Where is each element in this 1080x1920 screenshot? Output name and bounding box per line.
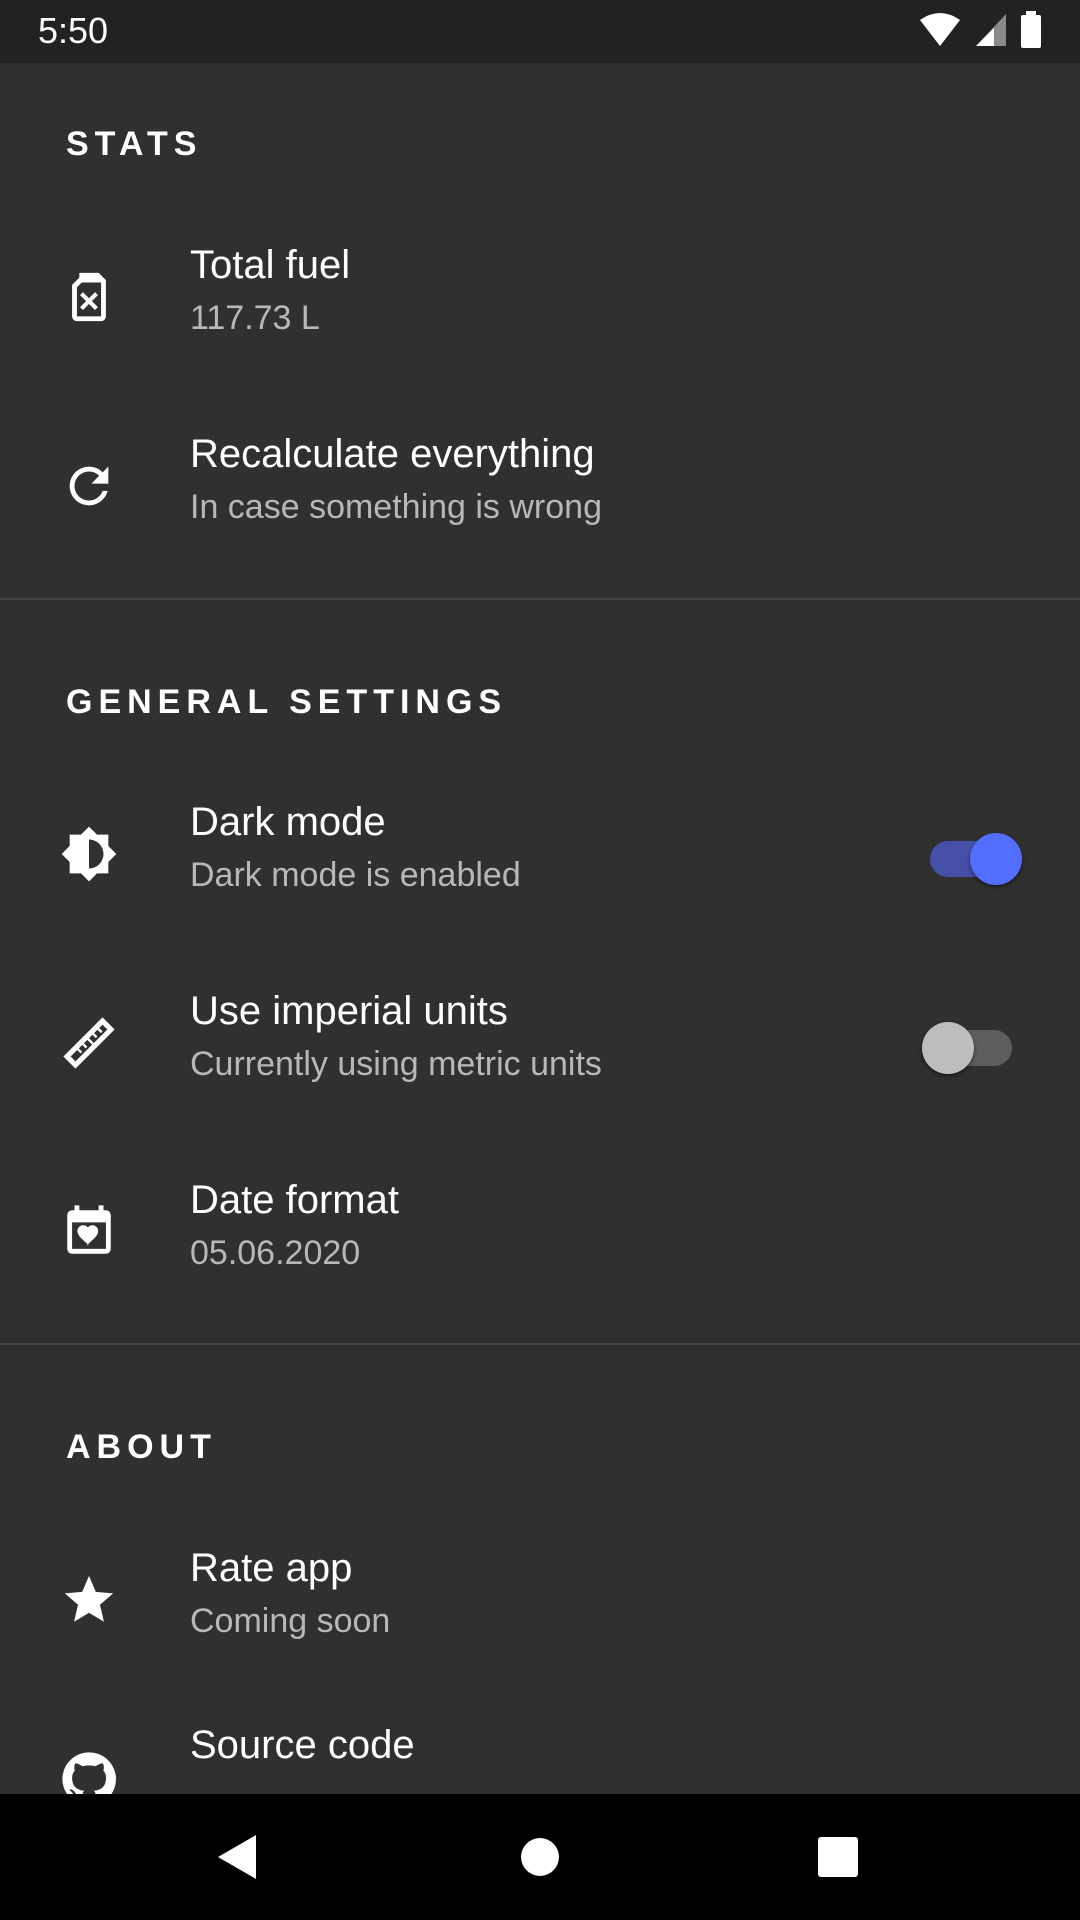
pref-title: Recalculate everything [190,432,595,476]
section-divider [0,598,1080,600]
pref-summary: Coming soon [190,1602,391,1640]
pref-title: Use imperial units [190,989,508,1033]
star-icon [60,1571,118,1629]
switch-thumb [970,833,1022,885]
section-divider [0,1343,1080,1345]
pref-rate-app[interactable]: Rate app Coming soon [0,1506,1080,1694]
imperial-units-switch[interactable] [922,1022,1012,1074]
pref-total-fuel[interactable]: Total fuel 117.73 L [0,203,1080,391]
pref-dark-mode[interactable]: Dark mode Dark mode is enabled [0,760,1080,948]
pref-title: Dark mode [190,800,386,844]
pref-summary: 117.73 L [190,299,320,337]
pref-date-format[interactable]: Date format 05.06.2020 [0,1138,1080,1326]
status-time: 5:50 [38,10,109,51]
pref-title: Date format [190,1178,399,1222]
pref-summary: Currently using metric units [190,1045,602,1083]
section-header-general: GENERAL SETTINGS [66,683,508,721]
settings-list[interactable]: STATS Total fuel 117.73 L Recalculate ev… [0,63,1080,1794]
pref-recalculate[interactable]: Recalculate everything In case something… [0,392,1080,580]
navigation-bar [0,1794,1080,1920]
pref-summary: Dark mode is enabled [190,856,521,894]
cell-signal-icon [974,12,1008,53]
wifi-icon [918,12,962,53]
recents-icon[interactable] [808,1827,868,1887]
pref-summary: 05.06.2020 [190,1234,361,1272]
status-icons [918,10,1042,54]
section-header-stats: STATS [66,125,203,163]
battery-icon [1020,10,1042,54]
dark-mode-switch[interactable] [922,833,1022,885]
pref-source-code[interactable]: Source code [0,1695,1080,1794]
pref-title: Source code [190,1723,415,1767]
status-bar: 5:50 [0,0,1080,63]
back-icon[interactable] [210,1827,270,1887]
github-icon [60,1750,118,1794]
pref-imperial-units[interactable]: Use imperial units Currently using metri… [0,949,1080,1137]
pref-title: Rate app [190,1546,353,1590]
switch-thumb [922,1022,974,1074]
section-header-about: ABOUT [66,1428,217,1466]
pref-summary: In case something is wrong [190,488,602,526]
home-icon[interactable] [510,1827,570,1887]
ruler-icon [60,1014,118,1072]
refresh-icon [60,457,118,515]
brightness-icon [60,825,118,883]
pref-title: Total fuel [190,243,351,287]
fuel-can-icon [60,268,118,326]
calendar-heart-icon [60,1203,118,1261]
